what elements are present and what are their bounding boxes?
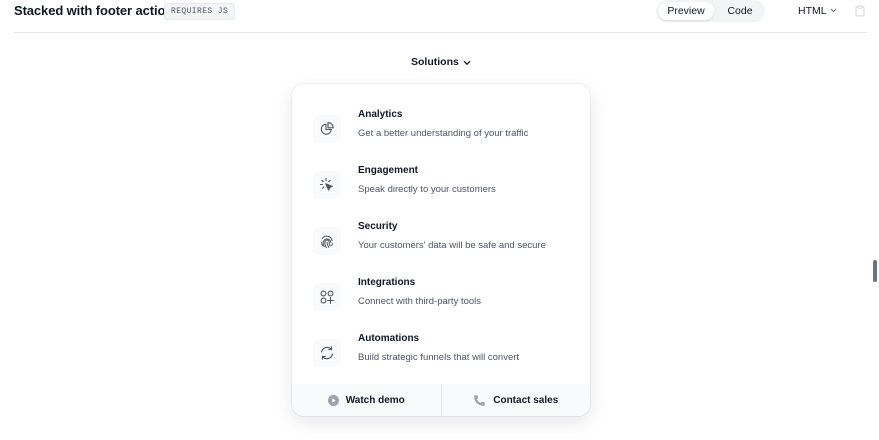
cursor-click-icon <box>313 171 341 199</box>
view-toggle: Preview Code <box>656 0 765 22</box>
item-description: Your customers' data will be safe and se… <box>358 240 546 251</box>
chart-pie-icon <box>313 115 341 143</box>
clipboard-icon[interactable] <box>855 4 865 22</box>
menu-item-engagement[interactable]: Engagement Speak directly to your custom… <box>304 162 578 212</box>
requires-js-badge: REQUIRES JS <box>164 3 236 20</box>
solutions-flyout-panel: Analytics Get a better understanding of … <box>292 84 590 416</box>
language-select[interactable]: HTML <box>798 4 837 17</box>
chevron-down-icon <box>830 4 837 16</box>
contact-sales-button[interactable]: Contact sales <box>440 384 591 416</box>
panel-footer: Watch demo Contact sales <box>292 384 590 416</box>
fingerprint-icon <box>313 227 341 255</box>
solutions-label: Solutions <box>411 56 459 68</box>
menu-item-automations[interactable]: Automations Build strategic funnels that… <box>304 330 578 380</box>
item-description: Get a better understanding of your traff… <box>358 128 529 139</box>
item-title: Automations <box>358 333 420 344</box>
item-description: Speak directly to your customers <box>358 184 496 195</box>
watch-demo-button[interactable]: Watch demo <box>292 384 441 416</box>
example-header: Stacked with footer actions REQUIRES JS … <box>14 0 867 33</box>
example-title: Stacked with footer actions <box>14 3 181 18</box>
tab-preview[interactable]: Preview <box>658 2 714 20</box>
watch-demo-label: Watch demo <box>345 394 405 406</box>
squares-plus-icon <box>313 283 341 311</box>
menu-item-analytics[interactable]: Analytics Get a better understanding of … <box>304 106 578 156</box>
item-title: Engagement <box>358 165 419 176</box>
play-circle-icon <box>327 394 339 406</box>
item-title: Integrations <box>358 277 416 288</box>
item-title: Security <box>358 221 398 232</box>
arrow-path-icon <box>313 339 341 367</box>
phone-icon <box>474 394 485 406</box>
solutions-menu-button[interactable]: Solutions <box>411 56 471 68</box>
scrollbar-thumb[interactable] <box>873 260 877 282</box>
item-title: Analytics <box>358 109 403 120</box>
chevron-down-icon <box>463 60 471 66</box>
tab-code[interactable]: Code <box>718 2 762 20</box>
language-label: HTML <box>798 5 827 17</box>
menu-item-integrations[interactable]: Integrations Connect with third-party to… <box>304 274 578 324</box>
menu-item-security[interactable]: Security Your customers' data will be sa… <box>304 218 578 268</box>
item-description: Build strategic funnels that will conver… <box>358 352 520 363</box>
contact-sales-label: Contact sales <box>493 394 559 406</box>
item-description: Connect with third-party tools <box>358 296 482 307</box>
